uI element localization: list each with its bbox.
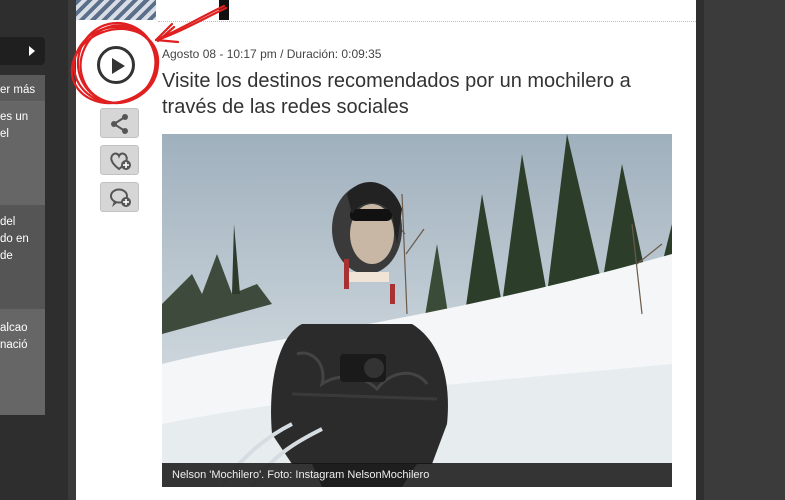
article-title[interactable]: Visite los destinos recomendados por un … bbox=[162, 68, 662, 120]
article-meta: Agosto 08 - 10:17 pm / Duración: 0:09:35 bbox=[162, 47, 382, 61]
scrollbar-gutter bbox=[696, 0, 704, 500]
share-button[interactable] bbox=[100, 108, 139, 138]
arrow-right-icon[interactable] bbox=[29, 46, 35, 56]
comment-plus-icon bbox=[110, 188, 131, 207]
sidebar-item[interactable]: del do en de bbox=[0, 214, 45, 265]
sidebar-header[interactable] bbox=[0, 37, 45, 65]
share-icon bbox=[111, 114, 128, 134]
sidebar-item[interactable]: es un el bbox=[0, 109, 45, 143]
right-panel bbox=[704, 0, 785, 500]
heart-plus-icon bbox=[110, 152, 131, 171]
favorite-button[interactable] bbox=[100, 145, 139, 175]
photo-caption: Nelson 'Mochilero'. Foto: Instagram Nels… bbox=[162, 463, 672, 487]
article-photo[interactable]: Nelson 'Mochilero'. Foto: Instagram Nels… bbox=[162, 134, 672, 487]
play-button[interactable] bbox=[97, 46, 135, 84]
sidebar-list: er más es un el del do en de alcao nació bbox=[0, 75, 45, 415]
divider bbox=[158, 21, 696, 22]
sidebar-item-ver-mas[interactable]: er más bbox=[0, 82, 45, 99]
previous-article-thumbnail-edge bbox=[219, 0, 229, 20]
play-icon bbox=[112, 58, 125, 74]
sidebar-item[interactable]: alcao nació bbox=[0, 320, 45, 354]
comment-button[interactable] bbox=[100, 182, 139, 212]
previous-article-thumbnail[interactable] bbox=[76, 0, 156, 20]
divider bbox=[0, 101, 45, 102]
hiker-in-snow-image bbox=[162, 134, 672, 487]
